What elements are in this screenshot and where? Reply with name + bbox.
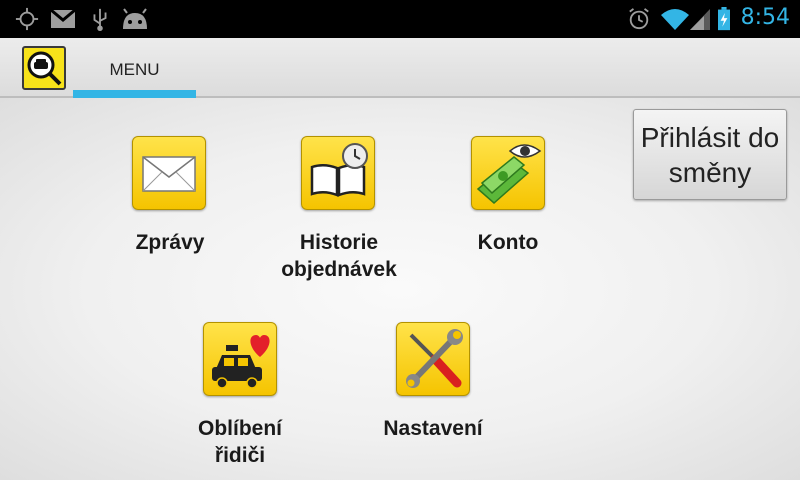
taxi-search-icon (27, 51, 62, 86)
menu-item-label: Zprávy (135, 231, 205, 254)
menu-item-label: Konto (477, 231, 539, 254)
wifi-icon (661, 9, 689, 30)
menu-item-icon-box[interactable] (203, 322, 277, 396)
tab-menu-label: MENU (109, 60, 160, 79)
tab-indicator (73, 90, 196, 98)
signal-icon (690, 9, 710, 30)
menu-item-icon-box[interactable] (396, 322, 470, 396)
status-clock: 8:54 (740, 5, 790, 30)
battery-charging-icon (718, 7, 730, 31)
book-clock-icon (310, 143, 368, 197)
menu-item-label: Nastavení (383, 417, 483, 440)
taxi-heart-icon (212, 335, 270, 389)
envelope-icon (142, 156, 196, 192)
alarm-icon (629, 8, 649, 30)
action-bar: MENU (0, 38, 800, 98)
gps-icon (15, 7, 39, 31)
gmail-icon (50, 8, 76, 28)
tab-menu[interactable]: MENU (73, 38, 196, 98)
menu-item-icon-box[interactable] (471, 136, 545, 210)
menu-item-icon-box[interactable] (132, 136, 206, 210)
menu-item-icon-box[interactable] (301, 136, 375, 210)
menu-item-label: Oblíbení řidiči (198, 417, 282, 467)
money-eye-icon (476, 144, 542, 204)
menu-item-label: Historie objednávek (281, 231, 397, 281)
tools-icon (406, 329, 463, 388)
status-bar: 8:54 (0, 0, 800, 38)
usb-icon (93, 8, 107, 31)
login-shift-button[interactable]: Přihlásit do směny (633, 109, 787, 200)
app-logo[interactable] (22, 46, 66, 90)
android-debug-icon (123, 8, 147, 29)
